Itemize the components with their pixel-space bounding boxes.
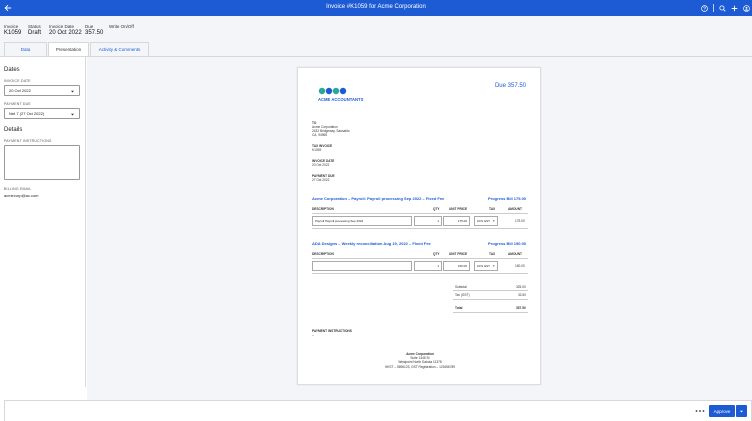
payment-instructions-label: PAYMENT INSTRUCTIONS: [4, 139, 52, 143]
help-icon[interactable]: [701, 4, 708, 12]
line-amount: 150.00: [515, 264, 525, 268]
header-actions: [701, 4, 750, 12]
approve-button[interactable]: Approve: [709, 405, 735, 417]
payment-due-select[interactable]: Net 7 (27 Oct 2022): [4, 108, 80, 119]
line-tax-select[interactable]: 10% GST: [474, 216, 498, 226]
subtotal-value: 325.00: [516, 285, 526, 289]
line-qty-input[interactable]: 1: [414, 261, 442, 271]
table-divider: [312, 213, 528, 214]
tab-activity-comments[interactable]: Activity & Comments: [90, 42, 149, 56]
company-registration: HKST – 5696123, GST Registration – 12345…: [384, 365, 456, 369]
payment-due-print-value: 27 Oct 2022: [312, 178, 330, 182]
summary-date-value: 20 Oct 2022: [49, 30, 82, 36]
col-tax: TAX: [489, 252, 496, 256]
invoice-document: ACME ACCOUNTANTS Due 357.50 TO Acme Corp…: [297, 67, 541, 385]
col-qty: QTY: [433, 207, 440, 211]
summary-due: Due 357.50: [85, 24, 103, 36]
dates-heading: Dates: [4, 67, 20, 73]
billing-email-label: BILLING EMAIL: [4, 187, 32, 191]
summary-date-label: Invoice Date: [49, 24, 75, 29]
app-header: Invoice #K1059 for Acme Corporation: [0, 0, 752, 16]
invoice-date-print-value: 20 Oct 2022: [312, 163, 330, 167]
line-tax-value: 10% GST: [477, 264, 491, 268]
acme-accountants-logo: ACME ACCOUNTANTS: [318, 87, 364, 102]
invoice-due-amount: Due 357.50: [494, 83, 526, 89]
total-value: 357.50: [516, 306, 526, 310]
col-qty: QTY: [433, 252, 440, 256]
line-qty-input[interactable]: 1: [414, 216, 442, 226]
total-label: Total: [455, 306, 463, 310]
search-icon[interactable]: [719, 4, 726, 12]
summary-invoice: Invoice K1059: [4, 24, 21, 36]
summary-status: Status Draft: [28, 24, 41, 36]
summary-due-label: Due: [85, 24, 94, 29]
invoice-date-value: 20 Oct 2022: [9, 88, 31, 93]
chevron-down-icon: [71, 90, 74, 93]
payment-due-label: PAYMENT DUE: [4, 102, 31, 106]
line-item-progress: Progress Bill 150.00: [488, 241, 527, 246]
chevron-down-icon: [740, 410, 743, 413]
summary-status-value: Draft: [28, 30, 42, 36]
more-options-icon[interactable]: [695, 407, 705, 415]
summary-due-value: 357.50: [85, 30, 104, 36]
chevron-down-icon: [492, 220, 495, 222]
invoice-summary: Invoice K1059 Status Draft Invoice Date …: [0, 16, 752, 58]
col-amount: AMOUNT: [508, 252, 522, 256]
line-unit-price-input[interactable]: 150.00: [443, 261, 470, 271]
details-heading: Details: [4, 127, 23, 133]
header-divider: [713, 4, 714, 12]
col-amount: AMOUNT: [508, 207, 522, 211]
line-tax-select[interactable]: 10% GST: [474, 261, 498, 271]
invoice-date-label: INVOICE DATE: [4, 79, 31, 83]
col-unit-price: UNIT PRICE: [449, 252, 468, 256]
totals-divider: [453, 290, 528, 291]
chevron-down-icon: [71, 113, 74, 116]
user-icon[interactable]: [743, 4, 750, 12]
summary-status-label: Status: [28, 24, 41, 29]
line-description-input[interactable]: Payroll Payroll processing Sep 2022: [312, 216, 412, 226]
line-description-input[interactable]: [312, 261, 412, 271]
print-payment-instructions-label: PAYMENT INSTRUCTIONS: [312, 329, 352, 333]
approve-options-button[interactable]: [736, 405, 747, 417]
line-item-progress: Progress Bill 175.00: [488, 196, 527, 201]
tax-invoice-value: K1059: [312, 148, 322, 152]
totals-divider: [453, 312, 528, 313]
line-unit-price-input[interactable]: 175.00: [443, 216, 470, 226]
settings-panel: Dates INVOICE DATE 20 Oct 2022 PAYMENT D…: [0, 57, 86, 387]
summary-date: Invoice Date 20 Oct 2022: [49, 24, 82, 36]
col-unit-price: UNIT PRICE: [449, 207, 468, 211]
line-item-title: ADA Designs – Weekly reconciliation Aug …: [312, 241, 431, 246]
company-address-2: Westpoint North Dakota 11378: [398, 360, 442, 364]
chevron-down-icon: [492, 265, 495, 267]
tax-total-label: Tax (GST): [455, 293, 470, 297]
payment-due-value: Net 7 (27 Oct 2022): [9, 111, 45, 116]
col-description: DESCRIPTION: [312, 252, 334, 256]
add-icon[interactable]: [731, 5, 738, 12]
col-tax: TAX: [489, 207, 496, 211]
totals-divider: [453, 299, 528, 300]
invoice-date-select[interactable]: 20 Oct 2022: [4, 85, 80, 96]
col-description: DESCRIPTION: [312, 207, 334, 211]
line-tax-value: 10% GST: [477, 219, 491, 223]
table-divider: [312, 228, 528, 229]
summary-invoice-value: K1059: [4, 30, 22, 36]
page-title: Invoice #K1059 for Acme Corporation: [326, 4, 426, 10]
action-footer: Approve: [4, 400, 752, 421]
tab-presentation[interactable]: Presentation: [48, 42, 89, 56]
table-divider: [312, 273, 528, 274]
table-divider: [312, 258, 528, 259]
to-line-3: CA, 94965: [312, 133, 328, 137]
tab-data[interactable]: Data: [4, 42, 47, 56]
write-on-off-link[interactable]: Write On/Off: [109, 24, 134, 29]
billing-email-value[interactable]: acmecorp@ac.com: [4, 193, 39, 198]
summary-invoice-label: Invoice: [4, 24, 19, 29]
payment-instructions-textarea[interactable]: [4, 145, 80, 180]
svg-text:ACME ACCOUNTANTS: ACME ACCOUNTANTS: [318, 97, 364, 102]
print-payment-instructions-value: –: [312, 333, 314, 337]
line-amount: 175.00: [515, 219, 525, 223]
subtotal-label: Subtotal: [455, 285, 467, 289]
line-item-title: Acme Corporation – Payroll: Payroll proc…: [312, 196, 445, 201]
tax-total-value: 32.50: [518, 293, 526, 297]
